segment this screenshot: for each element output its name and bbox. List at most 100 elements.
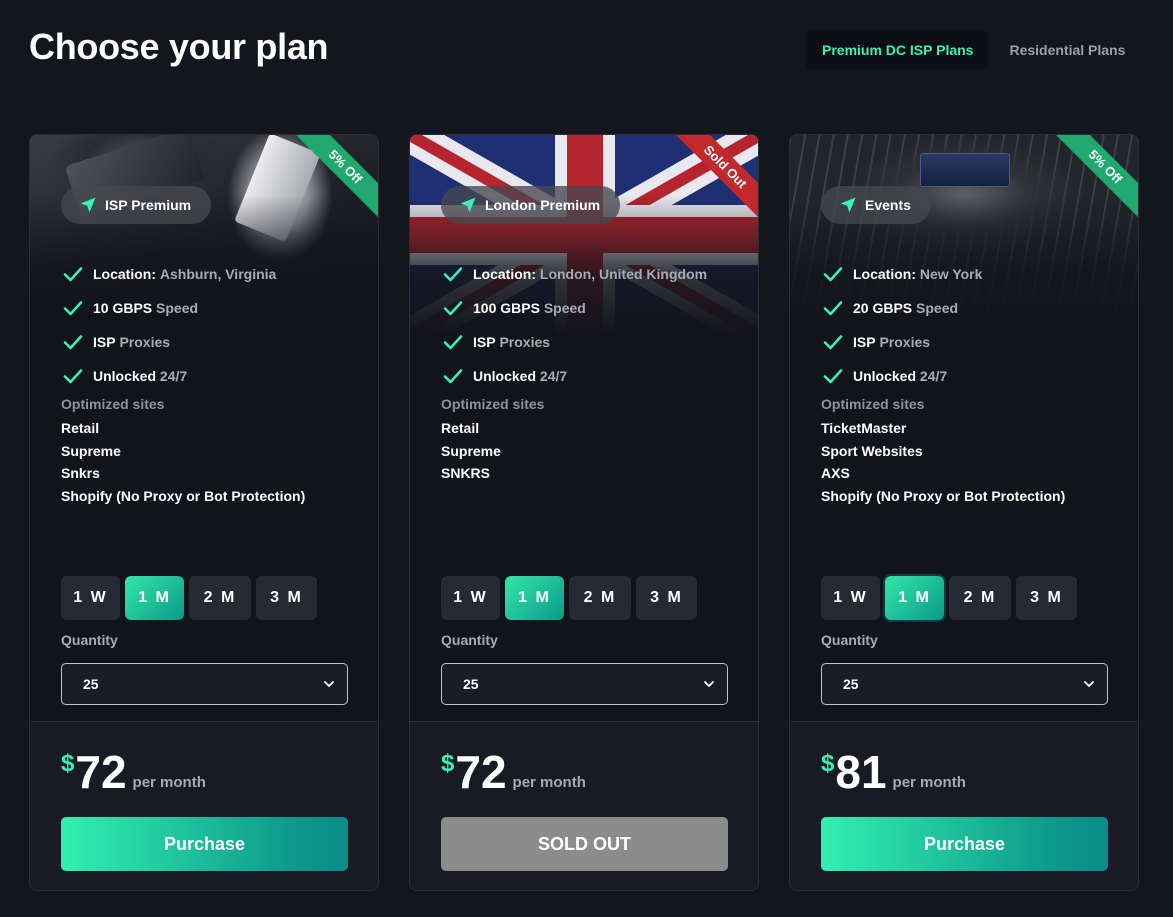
duration-2m-button[interactable]: 2 M	[569, 576, 631, 620]
feature-key: Location:	[473, 266, 536, 282]
feature-list: Location: London, United Kingdom 100 GBP…	[441, 257, 707, 393]
price-period: per month	[512, 774, 586, 791]
check-icon	[823, 369, 843, 384]
price-amount: 72	[75, 746, 127, 798]
feature-value: Ashburn, Virginia	[159, 266, 277, 282]
duration-selector: 1 W 1 M 2 M 3 M	[61, 576, 317, 620]
price-amount: 72	[455, 746, 507, 798]
tab-residential-plans[interactable]: Residential Plans	[993, 31, 1141, 69]
feature-list: Location: New York 20 GBPS Speed ISP Pro…	[821, 257, 982, 393]
purchase-button[interactable]: Purchase	[61, 817, 348, 871]
feature-key: 100 GBPS	[473, 300, 540, 316]
feature-value: New York	[919, 266, 983, 282]
chevron-down-icon	[704, 681, 714, 687]
feature-location: Location: New York	[821, 257, 982, 291]
feature-key: 20 GBPS	[853, 300, 913, 316]
quantity-value: 25	[463, 676, 479, 692]
site-item: TicketMaster	[821, 420, 907, 436]
plan-card-london-premium: Sold Out London Premium Location: London…	[409, 134, 759, 891]
feature-value: Speed	[156, 300, 199, 316]
optimized-sites: Optimized sites Retail Supreme SNKRS	[441, 396, 544, 485]
feature-key: 10 GBPS	[93, 300, 153, 316]
feature-value: 24/7	[539, 368, 568, 384]
feature-list: Location: Ashburn, Virginia 10 GBPS Spee…	[61, 257, 276, 393]
duration-selector: 1 W 1 M 2 M 3 M	[441, 576, 697, 620]
site-item: Shopify (No Proxy or Bot Protection)	[821, 488, 1066, 505]
optimized-sites: Optimized sites TicketMaster Sport Websi…	[821, 396, 1065, 508]
sold-out-button[interactable]: SOLD OUT	[441, 817, 728, 871]
feature-speed: 100 GBPS Speed	[441, 291, 707, 325]
check-icon	[443, 267, 463, 282]
feature-location: Location: Ashburn, Virginia	[61, 257, 276, 291]
quantity-select[interactable]: 25	[441, 663, 728, 705]
check-icon	[823, 301, 843, 316]
duration-1w-button[interactable]: 1 W	[441, 576, 500, 620]
plan-card-isp-premium: 5% Off ISP Premium Location: Ashburn, Vi…	[29, 134, 379, 891]
site-item: Retail	[61, 420, 100, 436]
feature-key: ISP	[853, 334, 876, 350]
site-item: Supreme	[61, 442, 121, 459]
quantity-value: 25	[83, 676, 99, 692]
quantity-select[interactable]: 25	[821, 663, 1108, 705]
plan-name: Events	[865, 197, 911, 213]
site-item: Retail	[441, 420, 480, 436]
price-period: per month	[132, 774, 206, 791]
duration-3m-button[interactable]: 3 M	[636, 576, 697, 620]
duration-1m-button[interactable]: 1 M	[125, 576, 184, 620]
feature-key: Location:	[93, 266, 156, 282]
duration-3m-button[interactable]: 3 M	[256, 576, 317, 620]
check-icon	[63, 301, 83, 316]
feature-value: London, United Kingdom	[539, 266, 708, 282]
check-icon	[823, 335, 843, 350]
site-item: AXS	[821, 465, 850, 482]
check-icon	[63, 369, 83, 384]
sites-title: Optimized sites	[441, 396, 545, 412]
currency-symbol: $	[821, 750, 835, 777]
plan-name-pill: ISP Premium	[61, 186, 212, 224]
check-icon	[443, 335, 463, 350]
duration-1m-button[interactable]: 1 M	[505, 576, 564, 620]
price-period: per month	[892, 774, 966, 791]
location-arrow-icon	[460, 197, 476, 213]
duration-3m-button[interactable]: 3 M	[1016, 576, 1077, 620]
duration-selector: 1 W 1 M 2 M 3 M	[821, 576, 1077, 620]
currency-symbol: $	[61, 750, 75, 777]
site-item: Snkrs	[61, 465, 100, 482]
check-icon	[823, 267, 843, 282]
price: $ 72 per month	[441, 747, 586, 797]
feature-value: 24/7	[159, 368, 188, 384]
site-item: Shopify (No Proxy or Bot Protection)	[61, 488, 306, 505]
price-amount: 81	[835, 746, 887, 798]
quantity-label: Quantity	[61, 632, 118, 648]
check-icon	[443, 369, 463, 384]
quantity-select[interactable]: 25	[61, 663, 348, 705]
feature-value: 24/7	[919, 368, 948, 384]
chevron-down-icon	[324, 681, 334, 687]
feature-key: ISP	[93, 334, 116, 350]
duration-2m-button[interactable]: 2 M	[189, 576, 251, 620]
purchase-button[interactable]: Purchase	[821, 817, 1108, 871]
plan-name: ISP Premium	[105, 197, 192, 213]
quantity-label: Quantity	[441, 632, 498, 648]
feature-location: Location: London, United Kingdom	[441, 257, 707, 291]
tab-premium-dc-isp-plans[interactable]: Premium DC ISP Plans	[806, 31, 990, 69]
feature-proxies: ISP Proxies	[441, 325, 707, 359]
sites-title: Optimized sites	[61, 396, 165, 412]
duration-2m-button[interactable]: 2 M	[949, 576, 1011, 620]
quantity-label: Quantity	[821, 632, 878, 648]
duration-1w-button[interactable]: 1 W	[61, 576, 120, 620]
plan-name-pill: Events	[821, 186, 931, 224]
check-icon	[63, 267, 83, 282]
sites-title: Optimized sites	[821, 396, 925, 412]
location-arrow-icon	[840, 197, 856, 213]
feature-speed: 10 GBPS Speed	[61, 291, 276, 325]
feature-availability: Unlocked 24/7	[441, 359, 707, 393]
feature-key: Unlocked	[93, 368, 157, 384]
site-item: Supreme	[441, 442, 501, 459]
feature-key: Unlocked	[473, 368, 537, 384]
duration-1w-button[interactable]: 1 W	[821, 576, 880, 620]
duration-1m-button[interactable]: 1 M	[885, 576, 944, 620]
price: $ 81 per month	[821, 747, 966, 797]
plan-type-tabs: Premium DC ISP Plans Residential Plans	[806, 31, 1141, 69]
plan-card-events: 5% Off Events Location: New York 20 GBPS…	[789, 134, 1139, 891]
